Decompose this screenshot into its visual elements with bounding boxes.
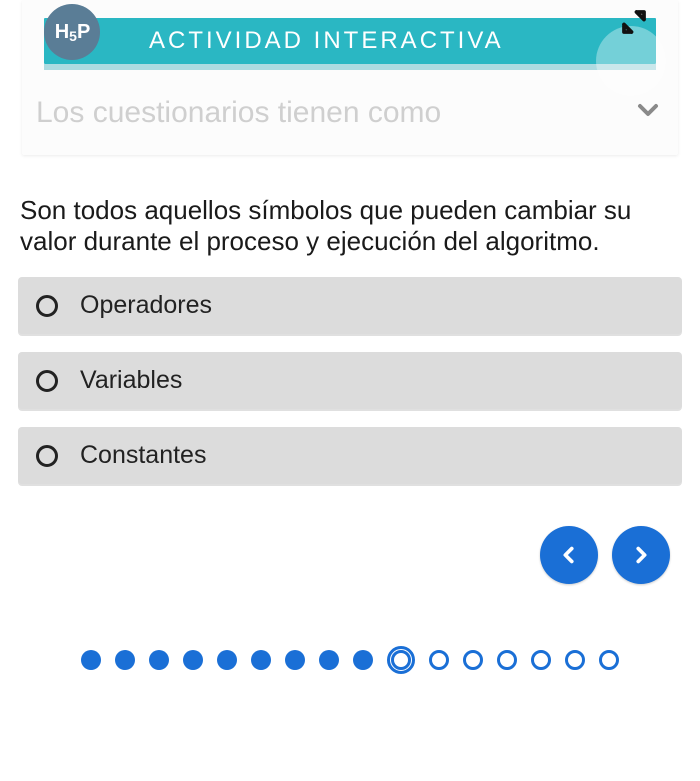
pager-dot[interactable]	[531, 650, 551, 670]
pager-dot[interactable]	[319, 650, 339, 670]
banner-title: ACTIVIDAD INTERACTIVA	[149, 27, 504, 55]
pager-dot[interactable]	[463, 650, 483, 670]
radio-icon	[36, 370, 58, 392]
pager-dot[interactable]	[565, 650, 585, 670]
option-variables[interactable]: Variables	[18, 352, 682, 409]
pager	[0, 646, 700, 674]
fullscreen-icon[interactable]	[616, 4, 652, 40]
banner-wrap: H5P ACTIVIDAD INTERACTIVA	[22, 0, 678, 64]
pager-dot[interactable]	[115, 650, 135, 670]
intro-row[interactable]: Los cuestionarios tienen como	[22, 64, 678, 131]
pager-dot[interactable]	[285, 650, 305, 670]
options-list: Operadores Variables Constantes	[0, 277, 700, 484]
chevron-down-icon[interactable]	[632, 94, 664, 131]
question-text: Son todos aquellos símbolos que pueden c…	[0, 155, 700, 277]
pager-dot[interactable]	[353, 650, 373, 670]
pager-dot[interactable]	[599, 650, 619, 670]
pager-dot[interactable]	[497, 650, 517, 670]
pager-dot[interactable]	[149, 650, 169, 670]
next-button[interactable]	[612, 526, 670, 584]
pager-dot[interactable]	[429, 650, 449, 670]
intro-text: Los cuestionarios tienen como	[36, 96, 441, 130]
pager-dot[interactable]	[183, 650, 203, 670]
nav-buttons	[0, 502, 700, 584]
option-operadores[interactable]: Operadores	[18, 277, 682, 334]
pager-dot[interactable]	[217, 650, 237, 670]
radio-icon	[36, 445, 58, 467]
h5p-badge: H5P	[44, 4, 100, 60]
pager-dot[interactable]	[251, 650, 271, 670]
pager-dot[interactable]	[81, 650, 101, 670]
option-label: Operadores	[80, 291, 212, 320]
option-label: Variables	[80, 366, 182, 395]
activity-banner: H5P ACTIVIDAD INTERACTIVA	[44, 18, 656, 64]
prev-button[interactable]	[540, 526, 598, 584]
activity-card: H5P ACTIVIDAD INTERACTIVA Los cuestionar…	[22, 0, 678, 155]
radio-icon	[36, 295, 58, 317]
option-constantes[interactable]: Constantes	[18, 427, 682, 484]
option-label: Constantes	[80, 441, 206, 470]
pager-dot[interactable]	[387, 646, 415, 674]
